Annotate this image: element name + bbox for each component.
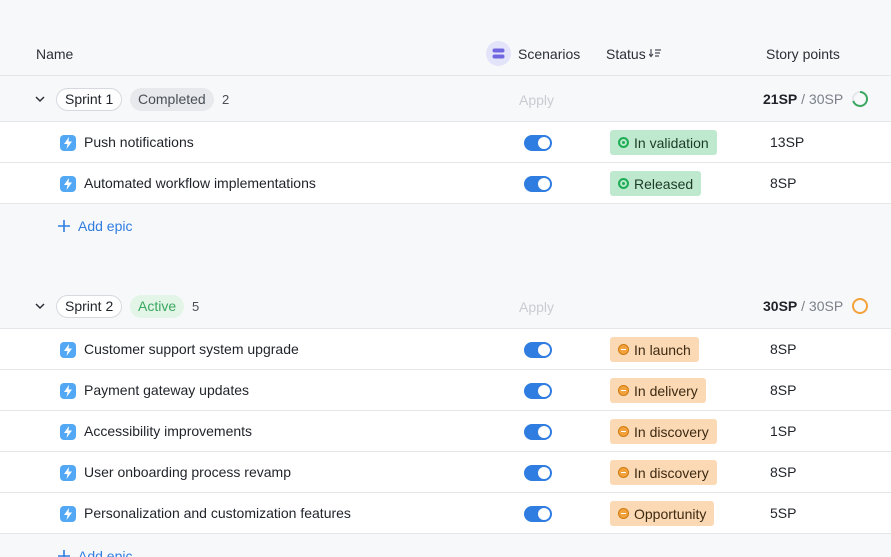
status-label: Released — [634, 175, 694, 192]
epic-bolt-icon — [60, 424, 76, 440]
epic-count: 2 — [222, 92, 230, 107]
status-badge[interactable]: Opportunity — [610, 501, 715, 526]
status-label: Status — [606, 46, 646, 62]
epic-row[interactable]: Personalization and customization featur… — [0, 493, 891, 534]
epic-row[interactable]: Accessibility improvements In discovery 1S… — [0, 411, 891, 452]
epic-row[interactable]: Push notifications In validation 13SP — [0, 122, 891, 163]
epic-bolt-icon — [60, 506, 76, 522]
epic-title[interactable]: Personalization and customization featur… — [84, 505, 351, 521]
scenario-toggle[interactable] — [524, 465, 552, 481]
status-label: In launch — [634, 341, 691, 358]
story-points-done: 21SP — [763, 91, 798, 107]
status-label: In validation — [634, 134, 709, 151]
status-badge[interactable]: In discovery — [610, 460, 717, 485]
column-header-name[interactable]: Name — [36, 46, 73, 62]
plus-icon — [58, 219, 70, 233]
sprint-state-badge: Completed — [130, 88, 214, 111]
status-progress-icon — [618, 344, 629, 355]
story-points-total: 30SP — [808, 298, 844, 314]
chevron-down-icon[interactable] — [34, 299, 46, 311]
sprint-name-pill: Sprint 2 — [56, 295, 123, 318]
status-badge[interactable]: In discovery — [610, 419, 717, 444]
epic-row[interactable]: User onboarding process revamp In discove… — [0, 452, 891, 493]
sort-desc-icon[interactable] — [648, 48, 662, 61]
epic-count: 5 — [192, 299, 200, 314]
epic-row[interactable]: Customer support system upgrade In launch… — [0, 329, 891, 370]
epic-title[interactable]: Push notifications — [84, 134, 194, 150]
epic-story-points: 8SP — [770, 382, 797, 398]
epic-title[interactable]: User onboarding process revamp — [84, 464, 291, 480]
scenario-toggle[interactable] — [524, 342, 552, 358]
epic-story-points: 13SP — [770, 134, 805, 150]
scenario-toggle[interactable] — [524, 176, 552, 192]
progress-ring-icon — [852, 91, 868, 107]
epic-title[interactable]: Accessibility improvements — [84, 423, 252, 439]
add-epic-button[interactable]: Add epic — [58, 548, 132, 557]
table-header: Name Scenarios Status Story points — [0, 32, 891, 76]
status-progress-icon — [618, 467, 629, 478]
status-label: Opportunity — [634, 505, 707, 522]
epic-row[interactable]: Automated workflow implementations Releas… — [0, 163, 891, 204]
epic-story-points: 8SP — [770, 464, 797, 480]
story-points-summary: 21SP / 30SP — [763, 91, 843, 107]
add-epic-button[interactable]: Add epic — [58, 218, 132, 234]
epic-title[interactable]: Customer support system upgrade — [84, 341, 299, 357]
column-header-story-points[interactable]: Story points — [766, 46, 840, 62]
add-epic-label: Add epic — [78, 548, 133, 557]
status-label: In delivery — [634, 382, 698, 399]
epic-story-points: 8SP — [770, 341, 797, 357]
sprint-group-header[interactable]: Sprint 2 Active 5 Apply 30SP / 30SP — [0, 284, 891, 329]
column-header-scenarios[interactable]: Scenarios — [486, 41, 580, 66]
story-points-summary: 30SP / 30SP — [763, 298, 843, 314]
chevron-down-icon[interactable] — [34, 92, 46, 104]
epic-bolt-icon — [60, 135, 76, 151]
epic-bolt-icon — [60, 176, 76, 192]
status-check-icon — [618, 137, 629, 148]
scenario-toggle[interactable] — [524, 135, 552, 151]
sprint-board: Name Scenarios Status Story points Sprin… — [0, 0, 891, 557]
status-badge[interactable]: In validation — [610, 130, 717, 155]
add-epic-label: Add epic — [78, 218, 133, 234]
epic-title[interactable]: Payment gateway updates — [84, 382, 249, 398]
column-header-status[interactable]: Status — [606, 46, 662, 62]
status-badge[interactable]: In launch — [610, 337, 699, 362]
epic-story-points: 8SP — [770, 175, 797, 191]
epic-story-points: 1SP — [770, 423, 797, 439]
scenarios-icon — [486, 41, 511, 66]
epic-story-points: 5SP — [770, 505, 797, 521]
status-label: In discovery — [634, 464, 709, 481]
status-progress-icon — [618, 426, 629, 437]
plus-icon — [58, 549, 70, 557]
scenario-toggle[interactable] — [524, 506, 552, 522]
epic-bolt-icon — [60, 465, 76, 481]
story-points-done: 30SP — [763, 298, 798, 314]
status-check-icon — [618, 178, 629, 189]
scenario-toggle[interactable] — [524, 383, 552, 399]
scenarios-label: Scenarios — [518, 45, 581, 62]
sprint-name-pill: Sprint 1 — [56, 88, 123, 111]
apply-button[interactable]: Apply — [519, 92, 554, 108]
epic-title[interactable]: Automated workflow implementations — [84, 175, 316, 191]
epic-bolt-icon — [60, 342, 76, 358]
status-progress-icon — [618, 385, 629, 396]
apply-button[interactable]: Apply — [519, 299, 554, 315]
status-progress-icon — [618, 508, 629, 519]
story-points-separator: / — [797, 298, 809, 314]
epic-bolt-icon — [60, 383, 76, 399]
story-points-total: 30SP — [808, 91, 844, 107]
status-badge[interactable]: Released — [610, 171, 702, 196]
sprint-group-header[interactable]: Sprint 1 Completed 2 Apply 21SP / 30SP — [0, 77, 891, 122]
status-badge[interactable]: In delivery — [610, 378, 706, 403]
story-points-separator: / — [797, 91, 809, 107]
status-label: In discovery — [634, 423, 709, 440]
scenario-toggle[interactable] — [524, 424, 552, 440]
epic-row[interactable]: Payment gateway updates In delivery 8SP — [0, 370, 891, 411]
progress-ring-icon — [852, 298, 868, 314]
sprint-state-badge: Active — [130, 295, 185, 318]
